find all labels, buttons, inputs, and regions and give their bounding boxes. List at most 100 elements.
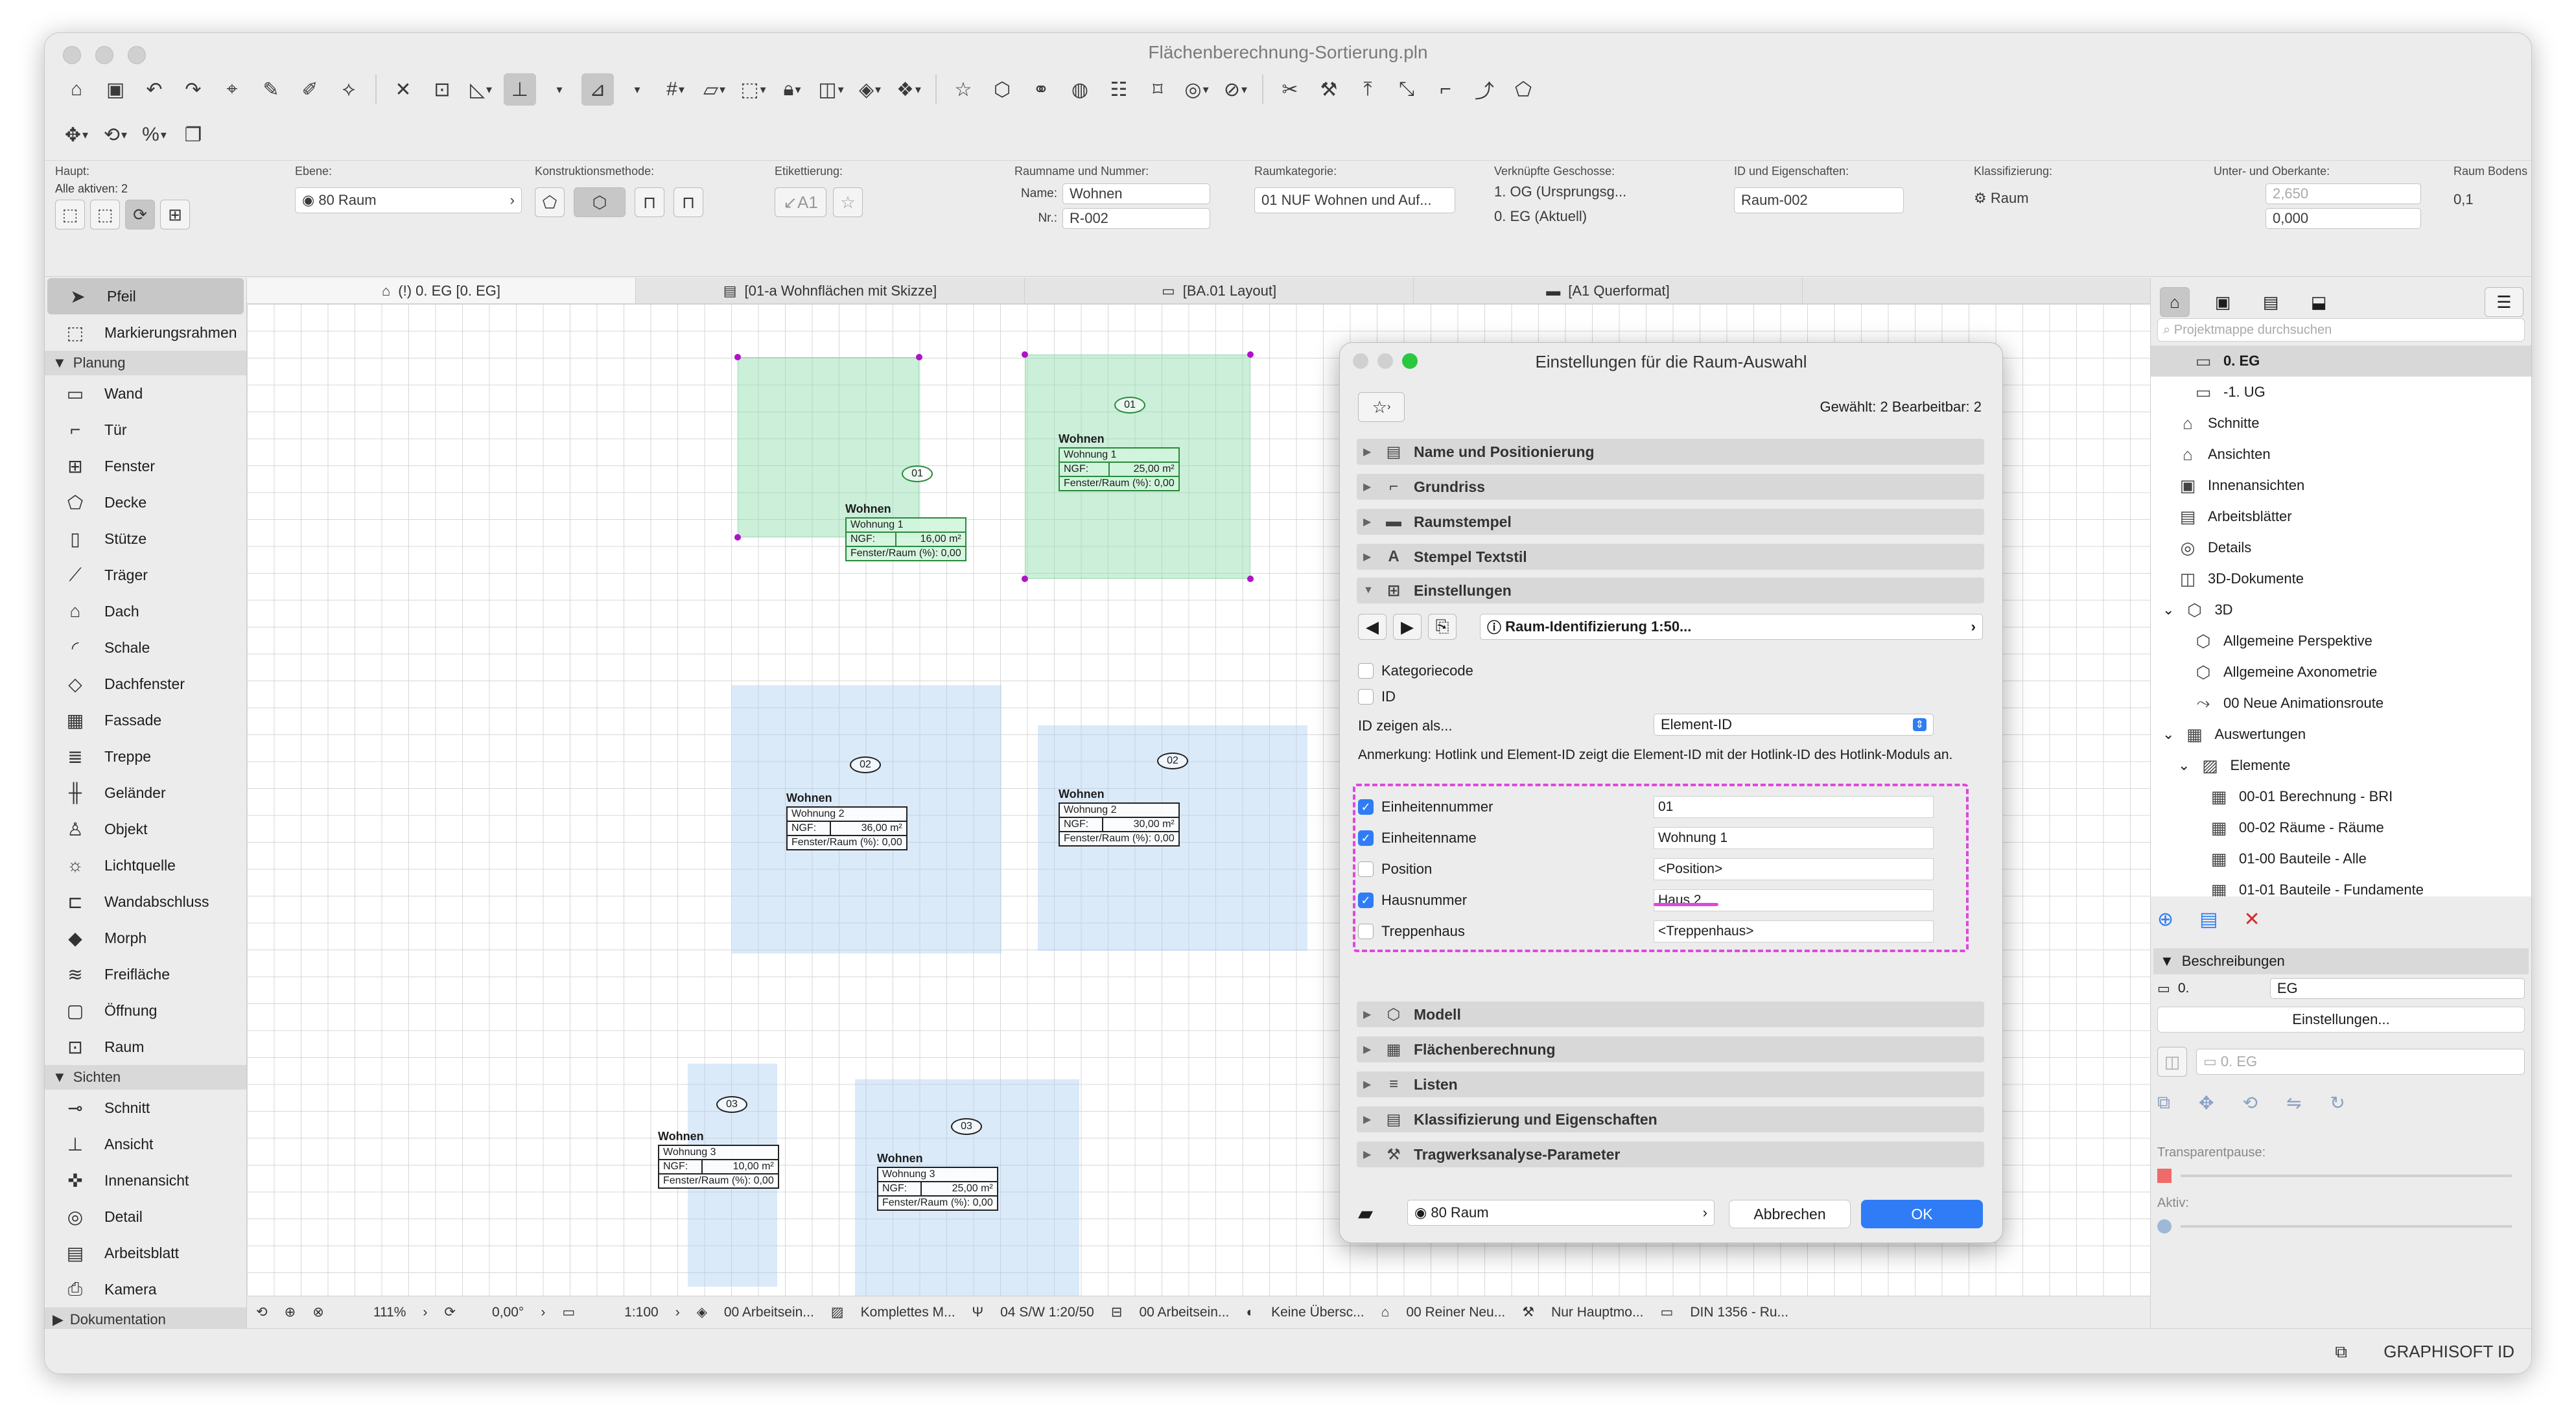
- room-stamp[interactable]: Wohnen Wohnung 3 NGF: 10,00 m² Fenster/Ra…: [658, 1130, 779, 1189]
- room-stamp[interactable]: Wohnen Wohnung 1 NGF: 25,00 m² Fenster/Ra…: [1059, 432, 1180, 491]
- trace-reset-icon[interactable]: ↻: [2330, 1092, 2345, 1114]
- tool-tür[interactable]: ⌐ Tür: [45, 412, 246, 448]
- tool-stütze[interactable]: ▯ Stütze: [45, 520, 246, 557]
- id-row[interactable]: ID: [1358, 684, 1944, 710]
- beschreibungen-header[interactable]: ▼ Beschreibungen: [2153, 948, 2529, 974]
- section-model[interactable]: ▶ ⬡ Modell: [1357, 1001, 1984, 1027]
- auto-method-button[interactable]: ⬡: [574, 187, 626, 217]
- tool-decke[interactable]: ⬠ Decke: [45, 484, 246, 520]
- inner-edge-button[interactable]: ⊓: [635, 187, 664, 217]
- home-icon[interactable]: ⌂: [60, 73, 93, 106]
- angle-value[interactable]: 0,00°: [492, 1305, 524, 1320]
- sichten-header[interactable]: ▼ Sichten: [45, 1065, 246, 1090]
- resize-icon[interactable]: ⤡: [1390, 73, 1423, 106]
- field-checkbox[interactable]: [1358, 861, 1374, 877]
- cancel-button[interactable]: Abbrechen: [1729, 1200, 1851, 1228]
- room-stamp[interactable]: Wohnen Wohnung 3 NGF: 25,00 m² Fenster/Ra…: [877, 1152, 998, 1211]
- id-show-select[interactable]: Element-ID ⇕: [1654, 714, 1934, 736]
- room-stamp[interactable]: Wohnen Wohnung 2 NGF: 30,00 m² Fenster/Ra…: [1059, 788, 1180, 847]
- section-name[interactable]: ▶ ▤ Name und Positionierung: [1357, 439, 1984, 465]
- zoom-value[interactable]: 111%: [373, 1305, 406, 1320]
- tree-item[interactable]: ⌄ ▨ Elemente: [2151, 750, 2531, 781]
- suspend-group-icon[interactable]: ⬚ ▾: [737, 73, 769, 106]
- tool-detail[interactable]: ◎ Detail: [45, 1198, 246, 1235]
- top-story[interactable]: 1. OG (Ursprungsg...: [1494, 183, 1626, 200]
- id-input[interactable]: Raum-002: [1734, 187, 1904, 213]
- view-settings-icon[interactable]: ◫: [2157, 1047, 2187, 1077]
- link-icon[interactable]: ⚭: [1025, 73, 1057, 106]
- trace-icon[interactable]: ⧉: [2157, 1092, 2170, 1114]
- tool-fassade[interactable]: ▦ Fassade: [45, 702, 246, 738]
- tree-item[interactable]: ◫ 3D-Dokumente: [2151, 563, 2531, 594]
- previous-icon[interactable]: ◀: [1358, 614, 1387, 640]
- room-category-select[interactable]: 01 NUF Wohnen und Auf...: [1254, 187, 1455, 213]
- tree-item[interactable]: ▦ 01-00 Bauteile - Alle: [2151, 843, 2531, 874]
- field-value-input[interactable]: Wohnung 1: [1654, 827, 1934, 849]
- graphisoft-id[interactable]: GRAPHISOFT ID: [2383, 1342, 2514, 1362]
- tree-item[interactable]: ▣ Innenansichten: [2151, 470, 2531, 501]
- field-checkbox[interactable]: ✓: [1358, 830, 1374, 846]
- tool-markierungsrahmen[interactable]: ⬚ Markierungsrahmen: [45, 314, 246, 351]
- dialog-layer-select[interactable]: ◉ 80 Raum ›: [1407, 1200, 1715, 1226]
- section-classification[interactable]: ▶ ▤ Klassifizierung und Eigenschaften: [1357, 1106, 1984, 1132]
- model-view-value[interactable]: Komplettes M...: [861, 1305, 955, 1320]
- selection-handle[interactable]: [734, 534, 741, 541]
- selection-group-button[interactable]: ⬚: [90, 200, 120, 229]
- grid-icon[interactable]: # ▾: [659, 73, 692, 106]
- active-slider[interactable]: [2157, 1218, 2512, 1235]
- teamwork-icon[interactable]: ◎ ▾: [1180, 73, 1213, 106]
- description-name-input[interactable]: EG: [2269, 978, 2525, 999]
- bottom-elevation-input[interactable]: 0,000: [2266, 208, 2421, 229]
- tool-kamera[interactable]: ⎙ Kamera: [45, 1271, 246, 1307]
- dialog-zoom-button[interactable]: [1402, 353, 1418, 369]
- delete-icon[interactable]: ✕: [2244, 908, 2260, 931]
- tag-icon[interactable]: ⌑: [1142, 73, 1174, 106]
- selection-handle[interactable]: [1022, 351, 1028, 358]
- field-value-input[interactable]: <Treppenhaus>: [1654, 920, 1934, 942]
- layer-set-value[interactable]: 00 Arbeitsein...: [1139, 1305, 1229, 1320]
- tool-dach[interactable]: ⌂ Dach: [45, 593, 246, 629]
- tracker-dropdown-icon[interactable]: ▾: [543, 73, 575, 106]
- zoom-fit-icon[interactable]: ⊗: [312, 1304, 324, 1320]
- tree-item[interactable]: ▦ 01-01 Bauteile - Fundamente: [2151, 874, 2531, 897]
- trace-move-icon[interactable]: ✥: [2199, 1092, 2214, 1114]
- redo-icon[interactable]: ↷: [177, 73, 209, 106]
- room-name-input[interactable]: Wohnen: [1062, 183, 1210, 204]
- structure-value[interactable]: Nur Hauptmo...: [1551, 1305, 1643, 1320]
- selection-handle[interactable]: [734, 354, 741, 360]
- disclosure-icon[interactable]: ⌄: [2162, 726, 2174, 743]
- tree-item[interactable]: ⌄ ⬡ 3D: [2151, 594, 2531, 625]
- label-favorite-button[interactable]: ☆: [833, 187, 863, 217]
- tree-item[interactable]: ⬡ Allgemeine Perspektive: [2151, 625, 2531, 657]
- graphic-override-icon[interactable]: ❖ ▾: [893, 73, 925, 106]
- tool-pfeil[interactable]: ➤ Pfeil: [47, 278, 244, 314]
- reference-line-button[interactable]: ⊓: [673, 187, 703, 217]
- planung-header[interactable]: ▼ Planung: [45, 351, 246, 375]
- tool-arbeitsblatt[interactable]: ▤ Arbeitsblatt: [45, 1235, 246, 1271]
- settings-dialog-button[interactable]: ⊞: [160, 200, 190, 229]
- save-icon[interactable]: ▣: [99, 73, 132, 106]
- kategoriecode-row[interactable]: Kategoriecode: [1358, 658, 1944, 684]
- classification-value[interactable]: ⚙ Raum: [1974, 190, 2052, 207]
- tool-freifläche[interactable]: ≋ Freifläche: [45, 956, 246, 992]
- kategoriecode-checkbox[interactable]: [1358, 663, 1374, 679]
- tool-fenster[interactable]: ⊞ Fenster: [45, 448, 246, 484]
- stamp-selector[interactable]: ⓘ Raum-Identifizierung 1:50... ›: [1480, 614, 1983, 640]
- layout-book-icon[interactable]: ▤: [2256, 287, 2286, 317]
- stamp-settings-icon[interactable]: ⎘: [1428, 614, 1457, 640]
- section-list[interactable]: ▶ ≡ Listen: [1357, 1071, 1984, 1097]
- panel-toggle-icon[interactable]: ⧉: [2335, 1342, 2347, 1362]
- tool-ansicht[interactable]: ⊥ Ansicht: [45, 1126, 246, 1162]
- tab-layout[interactable]: ▭ [BA.01 Layout]: [1025, 278, 1414, 303]
- constraint-icon[interactable]: ⊿: [581, 73, 614, 106]
- curve-icon[interactable]: ⤴: [1468, 73, 1501, 106]
- tab-querformat[interactable]: ▬ [A1 Querformat]: [1414, 278, 1803, 303]
- project-map-icon[interactable]: ⌂: [2160, 287, 2190, 317]
- fillet-icon[interactable]: ⌐: [1429, 73, 1462, 106]
- rotate-icon[interactable]: ⟲ ▾: [99, 119, 132, 151]
- dialog-minimize-button[interactable]: [1377, 353, 1393, 369]
- room-number-input[interactable]: R-002: [1062, 208, 1210, 229]
- offset-icon[interactable]: ⬠: [1507, 73, 1540, 106]
- trace-rotate-icon[interactable]: ⟲: [2242, 1092, 2257, 1114]
- favorites-icon[interactable]: ☆: [947, 73, 979, 106]
